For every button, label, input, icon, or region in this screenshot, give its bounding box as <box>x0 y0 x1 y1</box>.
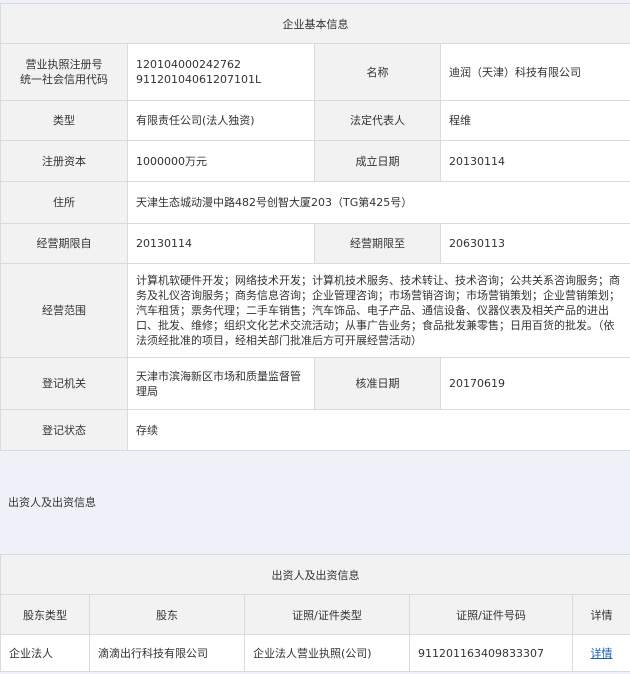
term-to-value: 20630113 <box>440 223 630 264</box>
col-header-cert-type: 证照/证件类型 <box>244 594 410 635</box>
basic-info-table: 企业基本信息 营业执照注册号 统一社会信用代码 120104000242762 … <box>0 3 630 451</box>
shareholder-cert-no: 911201163409833307 <box>409 634 573 672</box>
scope-label: 经营范围 <box>0 263 128 358</box>
established-label: 成立日期 <box>314 140 441 182</box>
established-value: 20130114 <box>440 140 630 182</box>
shareholder-name: 滴滴出行科技有限公司 <box>89 634 245 672</box>
col-header-detail: 详情 <box>571 594 630 635</box>
scope-value: 计算机软硬件开发；网络技术开发；计算机技术服务、技术转让、技术咨询；公共关系咨询… <box>127 263 630 358</box>
capital-value: 1000000万元 <box>127 140 315 182</box>
shareholders-table: 出资人及出资信息 股东类型 股东 证照/证件类型 证照/证件号码 详情 企业法人… <box>0 554 630 672</box>
legal-rep-value: 程维 <box>440 100 630 141</box>
address-label: 住所 <box>0 181 128 224</box>
name-value: 迪润（天津）科技有限公司 <box>440 43 630 101</box>
table-row: 企业法人 滴滴出行科技有限公司 企业法人营业执照(公司) 91120116340… <box>0 634 630 672</box>
authority-value: 天津市滨海新区市场和质量监督管理局 <box>127 357 315 410</box>
legal-rep-label: 法定代表人 <box>314 100 441 141</box>
basic-info-title: 企业基本信息 <box>0 3 630 44</box>
col-header-shareholder: 股东 <box>89 594 245 635</box>
detail-link[interactable]: 详情 <box>591 647 613 660</box>
authority-label: 登记机关 <box>0 357 128 410</box>
status-label: 登记状态 <box>0 409 128 451</box>
term-from-label: 经营期限自 <box>0 223 128 264</box>
address-value: 天津生态城动漫中路482号创智大厦203（TG第425号） <box>127 181 630 224</box>
reg-no-label: 营业执照注册号 统一社会信用代码 <box>0 43 128 101</box>
status-value: 存续 <box>127 409 630 451</box>
capital-label: 注册资本 <box>0 140 128 182</box>
type-value: 有限责任公司(法人独资) <box>127 100 315 141</box>
term-to-label: 经营期限至 <box>314 223 441 264</box>
approval-label: 核准日期 <box>314 357 441 410</box>
shareholder-type: 企业法人 <box>0 634 90 672</box>
col-header-type: 股东类型 <box>0 594 90 635</box>
name-label: 名称 <box>314 43 441 101</box>
shareholders-title: 出资人及出资信息 <box>0 554 630 595</box>
approval-value: 20170619 <box>440 357 630 410</box>
section-title: 出资人及出资信息 <box>8 496 96 509</box>
type-label: 类型 <box>0 100 128 141</box>
detail-cell: 详情 <box>571 634 630 672</box>
shareholder-cert-type: 企业法人营业执照(公司) <box>244 634 410 672</box>
col-header-cert-no: 证照/证件号码 <box>409 594 573 635</box>
reg-no-value: 120104000242762 91120104061207101L <box>127 43 315 101</box>
term-from-value: 20130114 <box>127 223 315 264</box>
